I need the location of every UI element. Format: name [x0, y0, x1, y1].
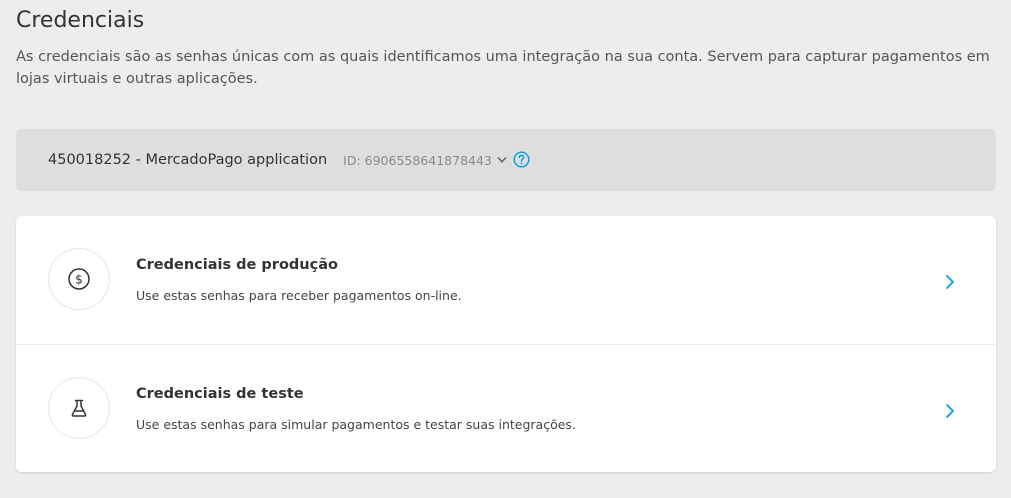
flask-icon	[48, 377, 110, 439]
test-credentials-title: Credenciais de teste	[136, 386, 304, 402]
application-id: ID: 6906558641878443	[343, 152, 492, 168]
chevron-down-icon[interactable]	[497, 155, 507, 165]
application-selector[interactable]: 450018252 - MercadoPago application ID: …	[16, 129, 996, 191]
page-description: As credenciais são as senhas únicas com …	[16, 49, 990, 87]
svg-text:$: $	[75, 272, 83, 286]
production-credentials-subtitle: Use estas senhas para receber pagamentos…	[136, 288, 462, 303]
production-credentials-title: Credenciais de produção	[136, 257, 338, 273]
test-credentials-row[interactable]: Credenciais de teste Use estas senhas pa…	[16, 345, 996, 473]
chevron-right-icon[interactable]	[943, 402, 957, 420]
application-name: 450018252 - MercadoPago application	[48, 152, 328, 168]
dollar-circle-icon: $	[48, 248, 110, 310]
question-circle-icon[interactable]	[513, 150, 530, 168]
credentials-card: $ Credenciais de produção Use estas senh…	[16, 216, 996, 472]
page-title: Credenciais	[16, 8, 145, 33]
chevron-right-icon[interactable]	[943, 273, 957, 291]
production-credentials-row[interactable]: $ Credenciais de produção Use estas senh…	[16, 216, 996, 345]
test-credentials-subtitle: Use estas senhas para simular pagamentos…	[136, 417, 576, 432]
